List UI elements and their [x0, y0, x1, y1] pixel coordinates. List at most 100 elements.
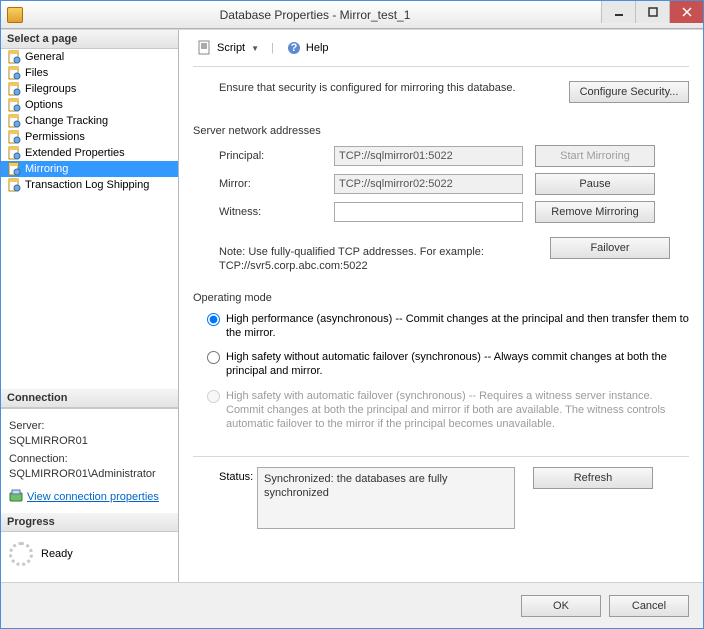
pause-button[interactable]: Pause	[535, 173, 655, 195]
minimize-button[interactable]	[601, 1, 635, 23]
note-text: Note: Use fully-qualified TCP addresses.…	[193, 245, 513, 274]
connection-block: Server: SQLMIRROR01 Connection: SQLMIRRO…	[1, 408, 178, 513]
opmode-text-0: High performance (asynchronous) -- Commi…	[226, 312, 689, 341]
toolbar-separator: |	[271, 42, 274, 54]
page-item-label: Change Tracking	[25, 115, 108, 127]
refresh-button[interactable]: Refresh	[533, 467, 653, 489]
security-text: Ensure that security is configured for m…	[193, 81, 557, 95]
server-value: SQLMIRROR01	[9, 434, 170, 449]
view-connection-properties-link[interactable]: View connection properties	[9, 488, 159, 507]
page-item-mirroring[interactable]: Mirroring	[1, 161, 178, 177]
script-icon	[197, 40, 213, 56]
connection-heading: Connection	[1, 389, 178, 408]
status-row: Status: Synchronized: the databases are …	[193, 467, 689, 529]
help-icon: ?	[286, 40, 302, 56]
spacer	[1, 193, 178, 389]
principal-row: Principal: Start Mirroring	[193, 145, 689, 167]
page-item-permissions[interactable]: Permissions	[1, 129, 178, 145]
connection-label: Connection:	[9, 452, 170, 467]
window: Database Properties - Mirror_test_1 Sele…	[0, 0, 704, 629]
spinner-icon	[9, 542, 33, 566]
left-panel: Select a page General Files Filegroups Opti…	[1, 30, 179, 582]
toolbar: Script ▼ | ? Help	[193, 38, 689, 67]
body: Select a page General Files Filegroups Opti…	[1, 29, 703, 582]
dropdown-icon: ▼	[251, 44, 259, 53]
mirror-input	[334, 174, 523, 194]
page-item-extended-properties[interactable]: Extended Properties	[1, 145, 178, 161]
page-item-change-tracking[interactable]: Change Tracking	[1, 113, 178, 129]
opmode-radio-1[interactable]	[207, 351, 220, 364]
opmode-text-1: High safety without automatic failover (…	[226, 350, 689, 379]
principal-input	[334, 146, 523, 166]
footer: OK Cancel	[1, 582, 703, 628]
witness-input[interactable]	[334, 202, 523, 222]
page-item-general[interactable]: General	[1, 49, 178, 65]
page-item-label: Permissions	[25, 131, 85, 143]
help-button[interactable]: ? Help	[282, 38, 333, 58]
operating-mode-group: Operating mode High performance (asynchr…	[193, 288, 689, 442]
addresses-heading: Server network addresses	[193, 125, 689, 137]
progress-row: Ready	[1, 532, 178, 582]
page-icon	[7, 66, 21, 80]
script-button[interactable]: Script ▼	[193, 38, 263, 58]
page-icon	[7, 82, 21, 96]
right-panel: Script ▼ | ? Help Ensure that security i…	[179, 30, 703, 582]
page-icon	[7, 146, 21, 160]
page-item-transaction-log-shipping[interactable]: Transaction Log Shipping	[1, 177, 178, 193]
close-button[interactable]	[669, 1, 703, 23]
opmode-high-performance[interactable]: High performance (asynchronous) -- Commi…	[193, 312, 689, 341]
link-icon	[9, 488, 23, 507]
page-icon	[7, 50, 21, 64]
status-label: Status:	[193, 467, 257, 483]
opmode-text-2: High safety with automatic failover (syn…	[226, 389, 689, 432]
maximize-button[interactable]	[635, 1, 669, 23]
page-item-label: Files	[25, 67, 48, 79]
select-page-heading: Select a page	[1, 30, 178, 49]
window-buttons	[601, 1, 703, 28]
page-item-options[interactable]: Options	[1, 97, 178, 113]
window-title: Database Properties - Mirror_test_1	[29, 8, 601, 22]
status-box: Synchronized: the databases are fully sy…	[257, 467, 515, 529]
ok-button[interactable]: OK	[521, 595, 601, 617]
page-icon	[7, 178, 21, 192]
page-list: General Files Filegroups Options Change Trac…	[1, 49, 178, 193]
mirror-label: Mirror:	[193, 178, 334, 190]
cancel-button[interactable]: Cancel	[609, 595, 689, 617]
remove-mirroring-button[interactable]: Remove Mirroring	[535, 201, 655, 223]
principal-label: Principal:	[193, 150, 334, 162]
operating-mode-heading: Operating mode	[193, 292, 689, 304]
opmode-high-safety[interactable]: High safety without automatic failover (…	[193, 350, 689, 379]
security-row: Ensure that security is configured for m…	[193, 81, 689, 103]
server-label: Server:	[9, 419, 170, 434]
mirror-row: Mirror: Pause	[193, 173, 689, 195]
page-item-label: General	[25, 51, 64, 63]
opmode-radio-0[interactable]	[207, 313, 220, 326]
page-item-filegroups[interactable]: Filegroups	[1, 81, 178, 97]
page-item-label: Options	[25, 99, 63, 111]
page-item-label: Transaction Log Shipping	[25, 179, 149, 191]
configure-security-button[interactable]: Configure Security...	[569, 81, 689, 103]
titlebar: Database Properties - Mirror_test_1	[1, 1, 703, 29]
page-icon	[7, 162, 21, 176]
opmode-high-safety-auto: High safety with automatic failover (syn…	[193, 389, 689, 432]
note-row: Note: Use fully-qualified TCP addresses.…	[193, 237, 689, 274]
page-icon	[7, 98, 21, 112]
page-icon	[7, 114, 21, 128]
view-connection-properties-text: View connection properties	[27, 490, 159, 505]
page-icon	[7, 130, 21, 144]
help-label: Help	[306, 42, 329, 54]
page-item-files[interactable]: Files	[1, 65, 178, 81]
page-item-label: Filegroups	[25, 83, 76, 95]
progress-status: Ready	[41, 548, 73, 560]
page-item-label: Extended Properties	[25, 147, 125, 159]
connection-value: SQLMIRROR01\Administrator	[9, 467, 170, 482]
divider	[193, 456, 689, 457]
failover-button[interactable]: Failover	[550, 237, 670, 259]
witness-row: Witness: Remove Mirroring	[193, 201, 689, 223]
start-mirroring-button: Start Mirroring	[535, 145, 655, 167]
page-item-label: Mirroring	[25, 163, 68, 175]
progress-heading: Progress	[1, 513, 178, 532]
script-label: Script	[217, 42, 245, 54]
svg-text:?: ?	[291, 42, 298, 54]
opmode-radio-2	[207, 390, 220, 403]
